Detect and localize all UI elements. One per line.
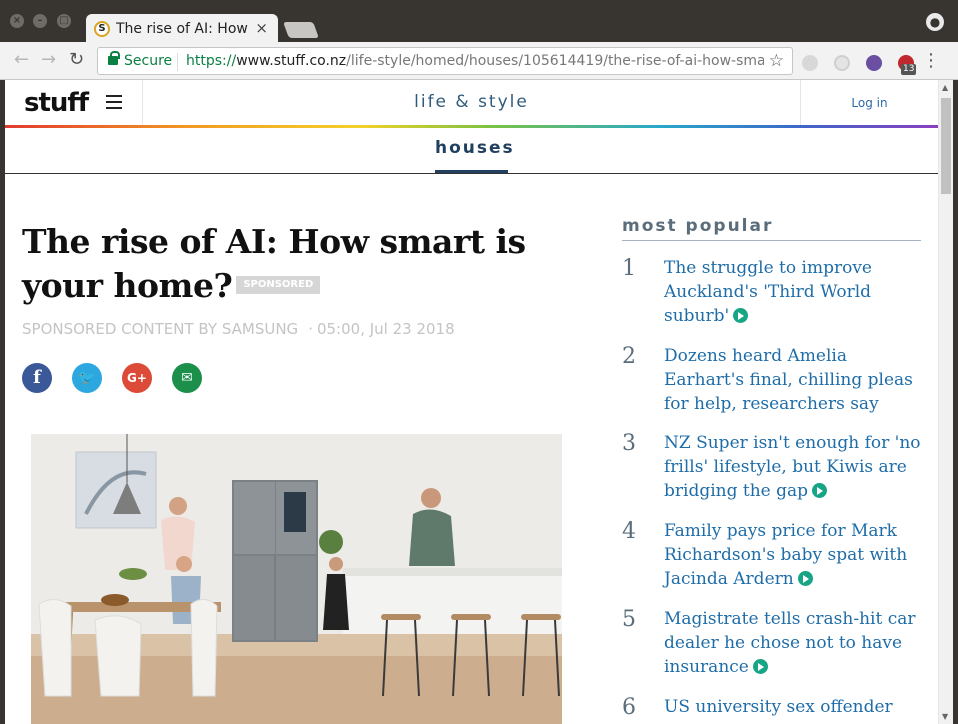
google-plus-share-icon[interactable]: G+ [122,363,152,393]
forward-arrow-icon[interactable]: → [41,51,56,69]
article-headline: The rise of AI: How smart is your home? S… [22,220,592,308]
popular-title: The struggle to improve Auckland's 'Thir… [664,258,872,326]
video-play-icon [733,308,749,323]
url-path: /life-style/homed/houses/105614419/the-r… [346,53,764,69]
tab-close-icon[interactable]: × [255,19,268,37]
sponsored-badge: SPONSORED [236,276,321,294]
reload-icon[interactable]: ↻ [69,51,84,69]
popular-link[interactable]: Magistrate tells crash-hit car dealer he… [664,607,922,679]
video-play-icon [752,659,768,674]
popular-link[interactable]: Family pays price for Mark Richardson's … [664,519,922,591]
secure-label: Secure [124,53,173,69]
popular-title: Family pays price for Mark Richardson's … [664,521,908,589]
back-arrow-icon[interactable]: ← [14,51,29,69]
popular-rank: 2 [622,344,636,369]
browser-toolbar: ← → ↻ Secure https://www.stuff.co.nz/lif… [0,42,958,80]
article-byline: SPONSORED CONTENT BY SAMSUNG · 05:00, Jul … [22,320,455,338]
new-tab-button[interactable] [283,22,319,38]
page-scrollbar[interactable]: ▲ ▼ [938,80,953,724]
close-window-icon[interactable]: × [10,14,24,28]
popular-link[interactable]: Dozens heard Amelia Earhart's final, chi… [664,344,922,416]
profile-icon[interactable]: ● [926,13,944,31]
facebook-share-icon[interactable]: f [22,363,52,393]
browser-tab-active[interactable]: S The rise of AI: How smart is your home… [86,14,278,44]
byline-source: SPONSORED CONTENT BY SAMSUNG [22,320,299,338]
address-bar[interactable]: Secure https://www.stuff.co.nz/life-styl… [97,47,793,75]
most-popular-heading: most popular [622,216,921,241]
popular-title: US university sex offender [664,697,893,717]
url-separator [177,53,178,71]
maximize-window-icon[interactable]: □ [57,14,71,28]
extension-icon-1[interactable] [802,55,818,71]
browser-menu-icon[interactable]: ⋮ [922,50,940,71]
popular-rank: 5 [622,607,636,632]
scroll-up-arrow-icon[interactable]: ▲ [942,83,948,92]
scrollbar-thumb[interactable] [941,98,951,194]
browser-titlebar: × – □ S The rise of AI: How smart is you… [0,0,958,44]
lock-icon [108,51,120,65]
popular-rank: 6 [622,695,636,720]
window-border-right [953,80,958,724]
login-link[interactable]: Log in [801,96,938,110]
sub-navigation: houses [5,128,938,174]
bookmark-star-icon[interactable]: ☆ [769,51,784,71]
stuff-favicon-icon: S [94,21,110,37]
url-host: www.stuff.co.nz [236,53,347,69]
adblock-badge-count: 13 [901,64,917,75]
extension-icon-3[interactable] [866,55,882,71]
video-play-icon [812,483,828,498]
site-header: stuff life & style Log in [5,80,938,126]
subnav-active-indicator [435,170,508,173]
web-page: stuff life & style Log in houses The ris… [5,80,938,724]
article-hero-image[interactable] [31,434,562,724]
popular-rank: 3 [622,431,636,456]
tab-title: The rise of AI: How smart is your home? [116,21,250,37]
popular-title: Dozens heard Amelia Earhart's final, chi… [664,346,913,414]
url-scheme: https:// [186,53,237,69]
popular-link[interactable]: NZ Super isn't enough for 'no frills' li… [664,431,922,503]
stuff-logo[interactable]: stuff [24,88,89,118]
popular-title: Magistrate tells crash-hit car dealer he… [664,609,916,677]
section-title[interactable]: life & style [143,92,800,112]
popular-link[interactable]: The struggle to improve Auckland's 'Thir… [664,256,922,328]
popular-rank: 4 [622,519,636,544]
popular-link[interactable]: US university sex offender [664,695,922,719]
url-text[interactable]: https://www.stuff.co.nz/life-style/homed… [186,53,764,69]
popular-title: NZ Super isn't enough for 'no frills' li… [664,433,921,501]
twitter-share-icon[interactable]: 🐦 [72,363,102,393]
byline-time: 05:00, Jul 23 2018 [316,320,455,338]
popular-rank: 1 [622,256,636,281]
minimize-window-icon[interactable]: – [33,14,47,28]
video-play-icon [797,571,813,586]
scroll-down-arrow-icon[interactable]: ▼ [942,712,948,721]
byline-separator: · [308,320,313,338]
hamburger-menu-icon[interactable] [106,95,122,109]
email-share-icon[interactable]: ✉ [172,363,202,393]
extension-icon-2[interactable] [834,55,850,71]
subnav-item-houses[interactable]: houses [435,138,513,158]
